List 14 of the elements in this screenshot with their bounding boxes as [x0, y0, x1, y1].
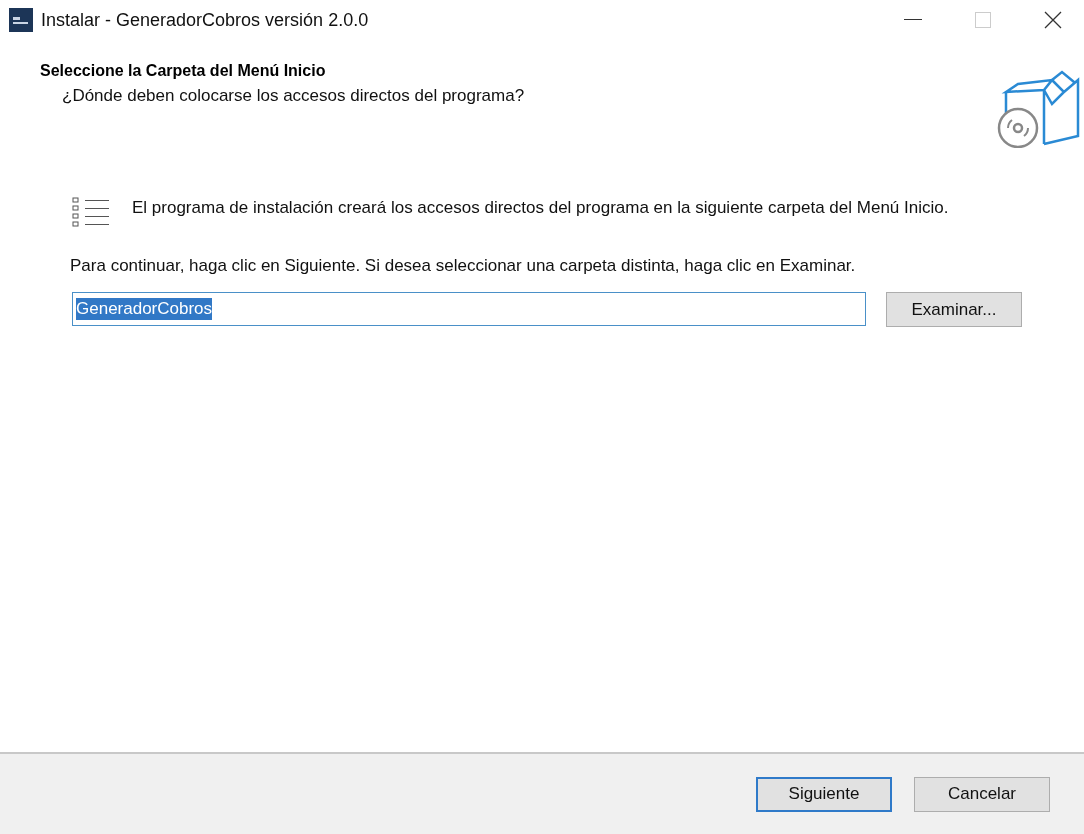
- app-icon: [9, 8, 33, 32]
- minimize-icon[interactable]: [904, 19, 922, 21]
- info-text: El programa de instalación creará los accesos directos del programa en la siguiente carpeta del Menú Inicio.: [132, 197, 949, 219]
- page-subtitle: ¿Dónde deben colocarse los accesos directos del programa?: [62, 86, 525, 106]
- folder-input-field[interactable]: GeneradorCobros: [72, 292, 866, 326]
- close-icon[interactable]: [1044, 11, 1062, 29]
- list-icon: [72, 196, 110, 230]
- folder-value: GeneradorCobros: [76, 298, 213, 320]
- cancel-button[interactable]: Cancelar: [914, 776, 1050, 812]
- page-title: Seleccione la Carpeta del Menú Inicio: [40, 62, 327, 80]
- next-button[interactable]: Siguiente: [756, 776, 892, 812]
- window-title: Instalar - GeneradorCobros versión 2.0.0: [41, 9, 370, 31]
- instruction-text: Para continuar, haga clic en Siguiente. Si desea seleccionar una carpeta distinta, haga clic en Examinar.: [70, 255, 857, 277]
- browse-button[interactable]: Examinar...: [886, 292, 1022, 327]
